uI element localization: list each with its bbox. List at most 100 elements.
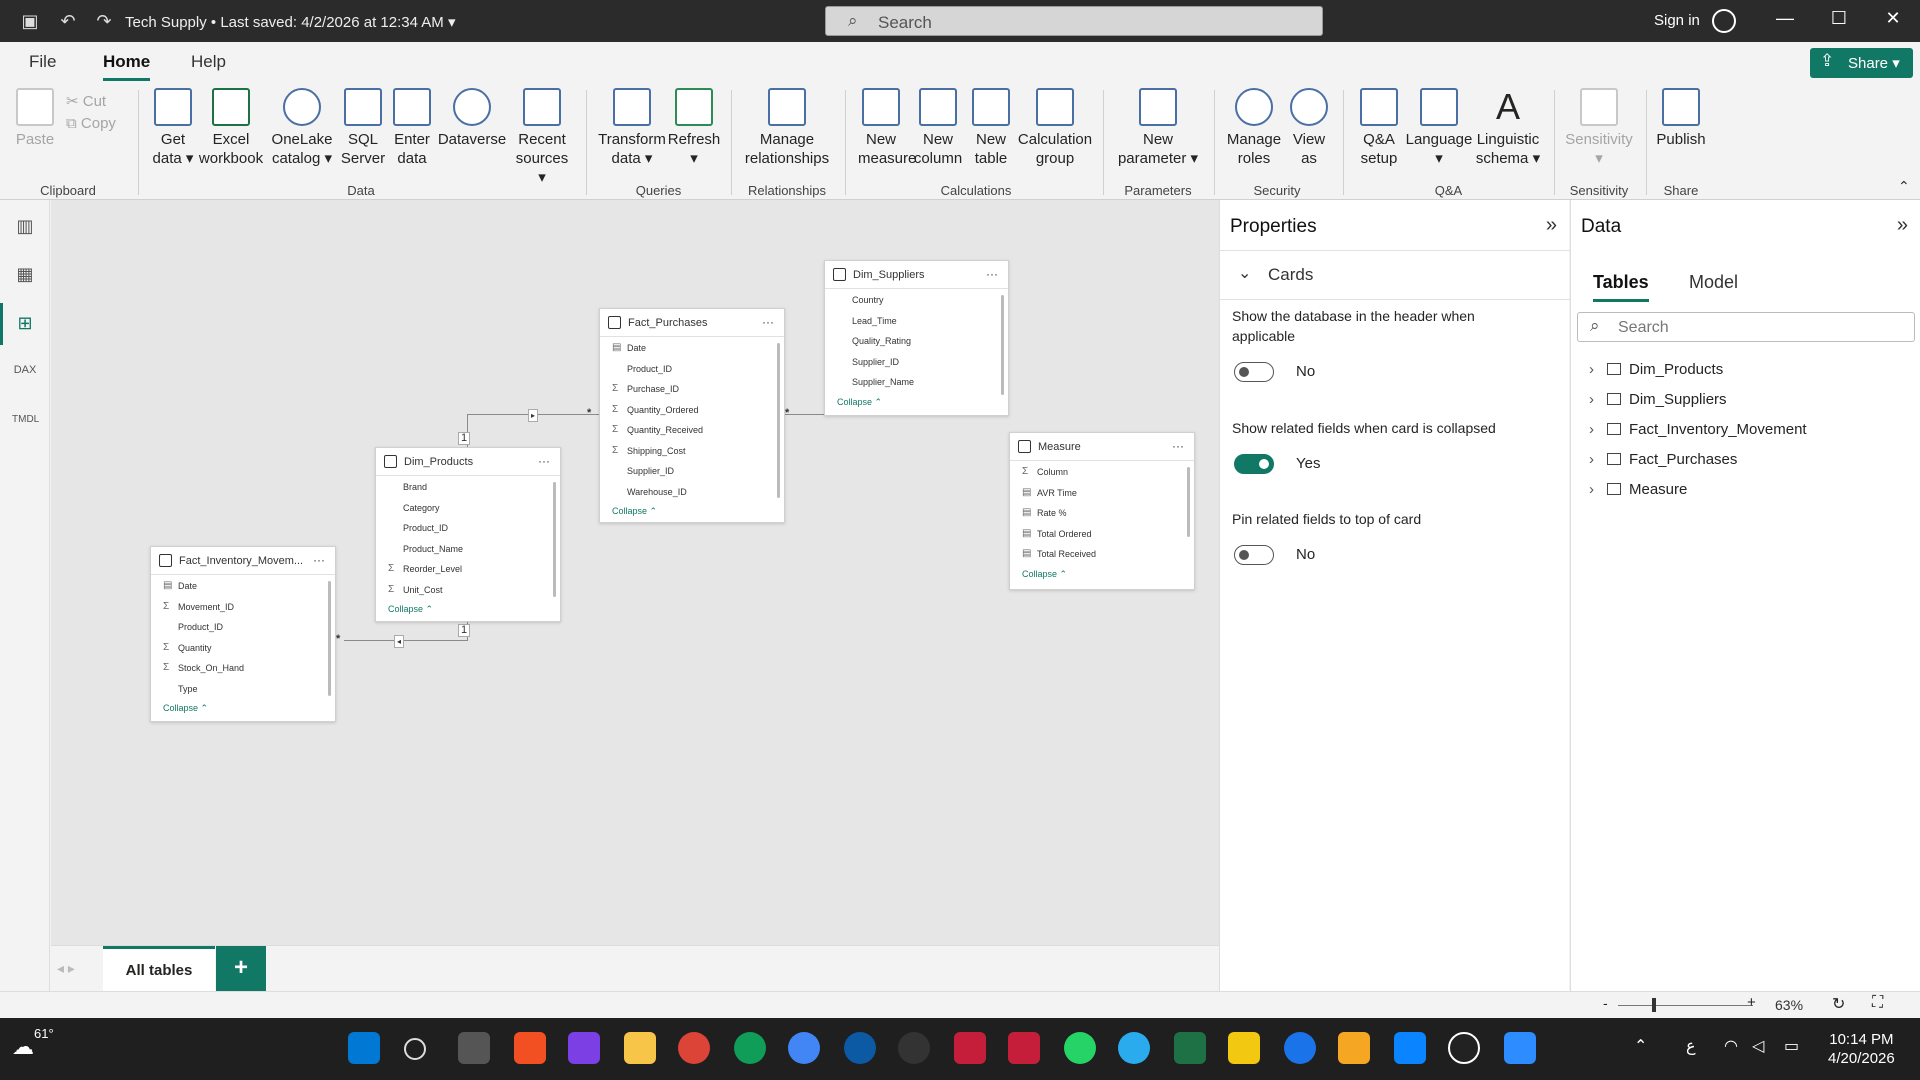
scrollbar[interactable] (777, 343, 780, 498)
excel-icon[interactable] (1174, 1032, 1206, 1064)
tab-tables[interactable]: Tables (1593, 272, 1649, 302)
start-icon[interactable] (348, 1032, 380, 1064)
language-indicator-icon[interactable]: ع (1686, 1036, 1696, 1056)
field-row[interactable]: Σ Unit_Cost (376, 579, 560, 600)
whatsapp-icon[interactable] (1064, 1032, 1096, 1064)
field-row[interactable]: Country (825, 289, 1008, 310)
power-bi-icon[interactable] (1228, 1032, 1260, 1064)
report-view-icon[interactable]: ▥ (12, 216, 38, 240)
more-options-icon[interactable]: ··· (538, 454, 550, 468)
menu-help[interactable]: Help (191, 52, 226, 72)
field-row[interactable]: Σ Stock_On_Hand (151, 657, 335, 678)
collapse-link[interactable]: Collapse ⌃ (151, 698, 335, 716)
collapse-pane-icon[interactable]: » (1546, 214, 1557, 237)
redo-icon[interactable]: ↷ (93, 10, 115, 32)
task-view-icon[interactable] (458, 1032, 490, 1064)
field-row[interactable]: ▤ Date (151, 575, 335, 596)
table-card-dim-suppliers[interactable]: Dim_Suppliers ··· Country Lead_Time Quali… (824, 260, 1009, 416)
publish-button[interactable]: Publish (1654, 88, 1708, 149)
field-row[interactable]: Σ Column (1010, 461, 1194, 482)
field-row[interactable]: Product_ID (151, 616, 335, 637)
field-row[interactable]: ▤ AVR Time (1010, 482, 1194, 503)
field-row[interactable]: ▤ Total Ordered (1010, 523, 1194, 544)
more-options-icon[interactable]: ··· (762, 315, 774, 329)
copy-button[interactable]: ⧉ Copy (66, 114, 116, 133)
volume-icon[interactable]: ◁ (1752, 1036, 1764, 1056)
field-row[interactable]: Quality_Rating (825, 330, 1008, 351)
show-database-toggle[interactable] (1234, 362, 1274, 382)
more-options-icon[interactable]: ··· (1172, 439, 1184, 453)
sql-server-button[interactable]: SQL Server (339, 88, 387, 168)
linguistic-schema-button[interactable]: A Linguistic schema ▾ (1473, 88, 1543, 168)
undo-icon[interactable]: ↶ (57, 10, 79, 32)
model-canvas[interactable]: 1 * * 1 * ▸ ◂ Dim_Suppliers ··· Country L… (51, 200, 1219, 945)
chrome-icon[interactable] (788, 1032, 820, 1064)
pin-related-toggle[interactable] (1234, 545, 1274, 565)
relationship-line[interactable] (344, 640, 468, 641)
field-row[interactable]: Supplier_ID (600, 460, 784, 481)
maximize-icon[interactable]: ☐ (1824, 8, 1854, 29)
tab-all-tables[interactable]: All tables (103, 946, 215, 992)
minimize-icon[interactable]: — (1770, 8, 1800, 29)
chrome-icon[interactable] (734, 1032, 766, 1064)
paste-button[interactable]: Paste (14, 88, 56, 149)
table-item-measure[interactable]: › Measure (1589, 481, 1687, 498)
field-row[interactable]: Product_ID (600, 358, 784, 379)
transform-data-button[interactable]: Transform data ▾ (596, 88, 668, 168)
app-icon[interactable] (1394, 1032, 1426, 1064)
field-row[interactable]: Supplier_ID (825, 351, 1008, 372)
chevron-down-icon[interactable]: ▾ (448, 14, 456, 31)
collapse-link[interactable]: Collapse ⌃ (376, 599, 560, 617)
app-icon[interactable] (898, 1032, 930, 1064)
zoom-out-icon[interactable]: - (1603, 995, 1608, 1011)
field-row[interactable]: Supplier_Name (825, 371, 1008, 392)
scrollbar[interactable] (328, 581, 331, 696)
scrollbar[interactable] (553, 482, 556, 597)
app-icon[interactable] (1284, 1032, 1316, 1064)
collapse-link[interactable]: Collapse ⌃ (600, 501, 784, 519)
zoom-slider-thumb[interactable] (1652, 998, 1656, 1012)
field-row[interactable]: Category (376, 497, 560, 518)
table-item-fact-inventory-movement[interactable]: › Fact_Inventory_Movement (1589, 421, 1807, 438)
file-explorer-icon[interactable] (624, 1032, 656, 1064)
battery-icon[interactable]: ▭ (1784, 1036, 1799, 1056)
collapse-link[interactable]: Collapse ⌃ (1010, 564, 1194, 582)
new-parameter-button[interactable]: New parameter ▾ (1114, 88, 1202, 168)
wifi-icon[interactable]: ◠ (1724, 1036, 1738, 1056)
cards-section-header[interactable]: ⌄ Cards (1220, 250, 1570, 300)
table-view-icon[interactable]: ▦ (12, 264, 38, 288)
chevron-up-icon[interactable]: ⌃ (1634, 1036, 1647, 1056)
reset-layout-icon[interactable]: ↻ (1832, 994, 1845, 1014)
excel-workbook-button[interactable]: Excel workbook (197, 88, 265, 168)
manage-relationships-button[interactable]: Manage relationships (740, 88, 834, 168)
table-item-fact-purchases[interactable]: › Fact_Purchases (1589, 451, 1737, 468)
app-icon[interactable] (1338, 1032, 1370, 1064)
file-title[interactable]: Tech Supply • Last saved: 4/2/2026 at 12… (125, 13, 456, 31)
more-options-icon[interactable]: ··· (986, 267, 998, 281)
field-row[interactable]: Warehouse_ID (600, 481, 784, 502)
app-icon[interactable] (1504, 1032, 1536, 1064)
store-icon[interactable] (514, 1032, 546, 1064)
data-search-input[interactable]: ⌕ Search (1577, 312, 1915, 342)
share-button[interactable]: ⇪ Share ▾ (1810, 48, 1913, 78)
dataverse-button[interactable]: Dataverse (436, 88, 508, 149)
search-icon[interactable] (404, 1038, 426, 1060)
language-button[interactable]: Language ▾ (1405, 88, 1473, 168)
telegram-icon[interactable] (1118, 1032, 1150, 1064)
field-row[interactable]: Product_Name (376, 538, 560, 559)
new-measure-button[interactable]: New measure (858, 88, 916, 168)
save-icon[interactable]: ▣ (19, 10, 41, 32)
view-as-button[interactable]: View as (1288, 88, 1330, 168)
collapse-pane-icon[interactable]: » (1897, 214, 1908, 237)
table-item-dim-products[interactable]: › Dim_Products (1589, 361, 1723, 378)
app-icon[interactable] (1008, 1032, 1040, 1064)
qa-setup-button[interactable]: Q&A setup (1354, 88, 1404, 168)
calculation-group-button[interactable]: Calculation group (1016, 88, 1094, 168)
collapse-link[interactable]: Collapse ⌃ (825, 392, 1008, 410)
menu-home[interactable]: Home (103, 52, 151, 81)
zoom-in-icon[interactable]: + (1747, 994, 1756, 1011)
fit-to-screen-icon[interactable]: ⛶ (1872, 994, 1883, 1012)
field-row[interactable]: Σ Shipping_Cost (600, 440, 784, 461)
search-box[interactable]: ⌕ Search (825, 6, 1323, 36)
field-row[interactable]: Σ Purchase_ID (600, 378, 784, 399)
